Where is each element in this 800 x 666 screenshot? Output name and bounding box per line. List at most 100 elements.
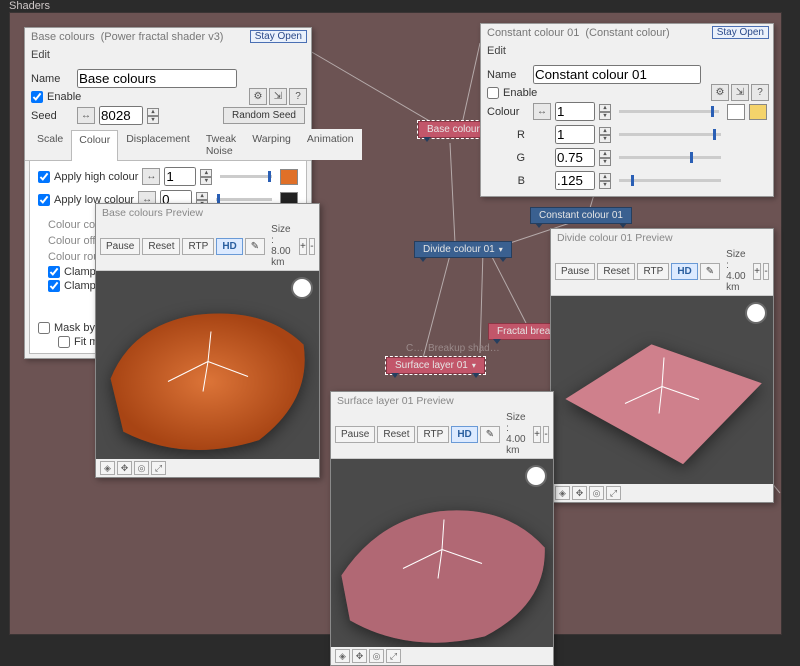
g-input[interactable] xyxy=(555,148,595,167)
apply-high-checkbox[interactable]: Apply high colour xyxy=(38,171,138,183)
foot-expand-icon[interactable]: ⤢ xyxy=(606,486,621,500)
foot-eye-icon[interactable]: ◈ xyxy=(555,486,570,500)
preview-divide-colour: Divide colour 01 Preview Pause Reset RTP… xyxy=(550,228,774,503)
plus-button[interactable]: + xyxy=(753,263,761,280)
node-constant-colour[interactable]: Constant colour 01 xyxy=(530,207,632,224)
foot-expand-icon[interactable]: ⤢ xyxy=(151,461,166,475)
foot-expand-icon[interactable]: ⤢ xyxy=(386,649,401,663)
foot-target-icon[interactable]: ◎ xyxy=(369,649,384,663)
high-slider-icon[interactable]: ↔ xyxy=(142,168,160,185)
tab-scale[interactable]: Scale xyxy=(29,129,71,160)
pause-button[interactable]: Pause xyxy=(335,426,375,443)
r-label: R xyxy=(487,129,529,141)
colour-label: Colour xyxy=(487,106,529,118)
help-icon[interactable]: ? xyxy=(289,88,307,105)
size-label: Size : 4.00 km xyxy=(722,249,751,293)
link-icon[interactable]: ⇲ xyxy=(731,84,749,101)
colour-roughness-label: Colour rou xyxy=(48,251,99,263)
pause-button[interactable]: Pause xyxy=(555,263,595,280)
reset-button[interactable]: Reset xyxy=(597,263,635,280)
link-icon[interactable]: ⇲ xyxy=(269,88,287,105)
shaders-panel-title: Shaders xyxy=(9,0,50,12)
name-input[interactable] xyxy=(533,65,701,84)
tab-colour[interactable]: Colour xyxy=(71,130,118,161)
high-colour-slider[interactable] xyxy=(220,175,272,178)
name-input[interactable] xyxy=(77,69,237,88)
settings-icon[interactable]: ⚙ xyxy=(711,84,729,101)
sun-icon xyxy=(747,304,765,322)
preview-viewport[interactable] xyxy=(551,296,773,484)
stay-open-button[interactable]: Stay Open xyxy=(250,30,307,43)
colour-contrast-label: Colour co xyxy=(48,219,95,231)
r-slider[interactable] xyxy=(619,133,721,136)
colour-slider[interactable] xyxy=(619,110,719,113)
tab-animation[interactable]: Animation xyxy=(299,129,362,160)
high-colour-input[interactable] xyxy=(164,167,196,186)
minus-button[interactable]: - xyxy=(309,238,315,255)
low-colour-slider[interactable] xyxy=(216,198,272,201)
preview-base-colours: Base colours Preview Pause Reset RTP HD … xyxy=(95,203,320,478)
pen-icon[interactable]: ✎ xyxy=(700,263,720,280)
b-input[interactable] xyxy=(555,171,595,190)
hd-button[interactable]: HD xyxy=(216,238,242,255)
preview-viewport[interactable] xyxy=(331,459,553,647)
foot-eye-icon[interactable]: ◈ xyxy=(100,461,115,475)
foot-move-icon[interactable]: ✥ xyxy=(352,649,367,663)
foot-target-icon[interactable]: ◎ xyxy=(589,486,604,500)
pen-icon[interactable]: ✎ xyxy=(245,238,265,255)
colour-swatch-accent[interactable] xyxy=(749,104,767,120)
colour-offset-label: Colour off xyxy=(48,235,96,247)
g-slider[interactable] xyxy=(619,156,721,159)
random-seed-button[interactable]: Random Seed xyxy=(223,107,305,124)
colour-value-input[interactable] xyxy=(555,102,595,121)
seed-label: Seed xyxy=(31,110,73,122)
seed-spinner[interactable]: ▴▾ xyxy=(147,108,159,124)
node-divide-colour[interactable]: Divide colour 01▾ xyxy=(414,241,512,258)
size-label: Size : 8.00 km xyxy=(267,224,297,268)
foot-move-icon[interactable]: ✥ xyxy=(572,486,587,500)
edit-menu[interactable]: Edit xyxy=(25,49,311,65)
preview-viewport[interactable] xyxy=(96,271,319,459)
hd-button[interactable]: HD xyxy=(451,426,477,443)
ghost-label-c: C… xyxy=(406,343,423,354)
shaders-panel: Base colours▾ Constant colour 01 Divide … xyxy=(9,12,782,635)
pause-button[interactable]: Pause xyxy=(100,238,140,255)
preview-title: Surface layer 01 Preview xyxy=(331,392,553,410)
plus-button[interactable]: + xyxy=(299,238,307,255)
foot-target-icon[interactable]: ◎ xyxy=(134,461,149,475)
reset-button[interactable]: Reset xyxy=(142,238,180,255)
name-label: Name xyxy=(487,69,529,81)
tab-tweak-noise[interactable]: Tweak Noise xyxy=(198,129,244,160)
tab-displacement[interactable]: Displacement xyxy=(118,129,198,160)
pen-icon[interactable]: ✎ xyxy=(480,426,500,443)
node-surface-layer[interactable]: Surface layer 01▾ xyxy=(386,357,485,374)
tab-warping[interactable]: Warping xyxy=(244,129,299,160)
rtp-button[interactable]: RTP xyxy=(417,426,449,443)
rtp-button[interactable]: RTP xyxy=(182,238,214,255)
size-label: Size : 4.00 km xyxy=(502,412,531,456)
b-label: B xyxy=(487,175,529,187)
g-label: G xyxy=(487,152,529,164)
r-input[interactable] xyxy=(555,125,595,144)
minus-button[interactable]: - xyxy=(543,426,549,443)
hd-button[interactable]: HD xyxy=(671,263,697,280)
foot-move-icon[interactable]: ✥ xyxy=(117,461,132,475)
name-label: Name xyxy=(31,73,73,85)
preview-surface-layer: Surface layer 01 Preview Pause Reset RTP… xyxy=(330,391,554,666)
edit-menu[interactable]: Edit xyxy=(481,45,773,61)
rtp-button[interactable]: RTP xyxy=(637,263,669,280)
stay-open-button[interactable]: Stay Open xyxy=(712,26,769,39)
reset-button[interactable]: Reset xyxy=(377,426,415,443)
colour-slider-icon[interactable]: ↔ xyxy=(533,103,551,120)
b-slider[interactable] xyxy=(619,179,721,182)
help-icon[interactable]: ? xyxy=(751,84,769,101)
minus-button[interactable]: - xyxy=(763,263,769,280)
plus-button[interactable]: + xyxy=(533,426,541,443)
high-colour-swatch[interactable] xyxy=(280,169,298,185)
settings-icon[interactable]: ⚙ xyxy=(249,88,267,105)
seed-slider-icon[interactable]: ↔ xyxy=(77,107,95,124)
foot-eye-icon[interactable]: ◈ xyxy=(335,649,350,663)
dialog-constant-colour: Constant colour 01(Constant colour) Stay… xyxy=(480,23,774,197)
seed-input[interactable] xyxy=(99,106,143,125)
colour-swatch-main[interactable] xyxy=(727,104,745,120)
